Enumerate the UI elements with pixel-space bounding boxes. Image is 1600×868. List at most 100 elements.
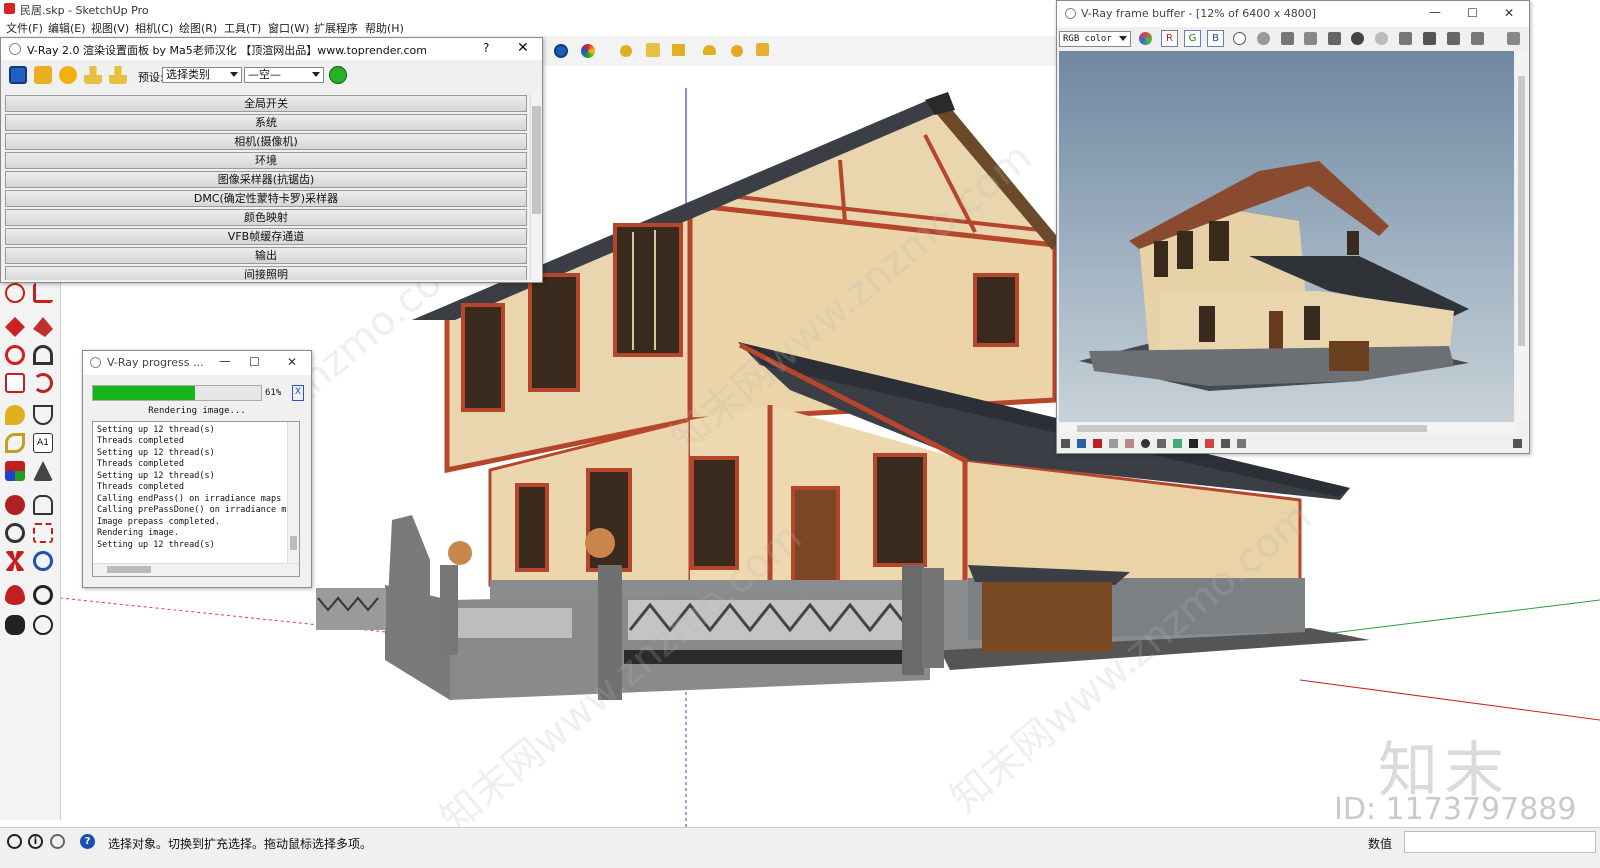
render-last-icon[interactable] <box>1471 32 1484 45</box>
rollout-vfb-channels[interactable]: VFB帧缓存通道 <box>5 228 527 245</box>
orbit-icon[interactable] <box>5 495 25 515</box>
blue-channel-button[interactable]: B <box>1207 30 1224 47</box>
expand-icon[interactable] <box>1513 439 1522 448</box>
rollout-global-switches[interactable]: 全局开关 <box>5 95 527 112</box>
curve-icon[interactable] <box>1125 439 1134 448</box>
push-pull-icon[interactable] <box>33 317 53 337</box>
minimize-button[interactable]: — <box>219 354 231 368</box>
close-button[interactable]: ✕ <box>517 40 529 56</box>
pie-icon[interactable] <box>33 283 53 303</box>
omni-light-icon[interactable] <box>620 45 632 57</box>
display-settings-icon[interactable] <box>1077 439 1086 448</box>
3d-text-icon[interactable] <box>33 461 53 481</box>
follow-me-icon[interactable] <box>33 345 53 365</box>
walk-icon[interactable] <box>5 615 25 635</box>
rect-light-icon[interactable] <box>646 43 660 57</box>
help-button[interactable]: ? <box>483 41 489 55</box>
reset-icon[interactable] <box>59 66 77 84</box>
dimension-icon[interactable] <box>33 405 53 425</box>
arc-icon[interactable] <box>5 283 25 303</box>
mono-icon[interactable] <box>1257 32 1270 45</box>
rollout-output[interactable]: 输出 <box>5 247 527 264</box>
open-folder-icon[interactable] <box>34 66 52 84</box>
menu-draw[interactable]: 绘图(R) <box>179 20 217 36</box>
credits-icon[interactable]: i <box>28 834 43 849</box>
spot-light-icon[interactable] <box>672 44 685 56</box>
rollout-image-sampler[interactable]: 图像采样器(抗锯齿) <box>5 171 527 188</box>
clear-image-icon[interactable] <box>1328 32 1341 45</box>
sphere-light-icon[interactable] <box>731 45 743 57</box>
rollout-color-mapping[interactable]: 颜色映射 <box>5 209 527 226</box>
load-preset-icon[interactable] <box>84 66 102 84</box>
color-channels-icon[interactable] <box>1139 32 1152 45</box>
channel-select[interactable]: RGB color <box>1059 31 1131 47</box>
save-preset-icon[interactable] <box>109 66 127 84</box>
pan-icon[interactable] <box>33 495 53 515</box>
menu-window[interactable]: 窗口(W) <box>268 20 309 36</box>
alpha-channel-icon[interactable] <box>1233 32 1246 45</box>
preset-value-select[interactable]: —空— <box>244 67 324 83</box>
minimize-button[interactable]: — <box>1429 5 1441 19</box>
ies-light-icon[interactable] <box>756 43 769 56</box>
move-icon[interactable] <box>5 317 25 337</box>
scale-icon[interactable] <box>5 373 25 393</box>
rt-render-icon[interactable] <box>581 44 595 58</box>
axes-icon[interactable] <box>5 461 25 481</box>
h-icon[interactable] <box>1189 439 1198 448</box>
load-image-icon[interactable] <box>1304 32 1317 45</box>
pixel-aspect-icon[interactable] <box>1221 439 1230 448</box>
apply-check-icon[interactable] <box>329 66 347 84</box>
stereo-icon[interactable] <box>1237 439 1246 448</box>
log-vertical-scrollbar[interactable] <box>287 422 299 564</box>
levels-icon[interactable] <box>1109 439 1118 448</box>
rollout-camera[interactable]: 相机(摄像机) <box>5 133 527 150</box>
previous-view-icon[interactable] <box>33 551 53 571</box>
menu-edit[interactable]: 编辑(E) <box>48 20 86 36</box>
scrollbar-thumb[interactable] <box>107 566 151 573</box>
link-icon[interactable] <box>1399 32 1412 45</box>
compare-icon[interactable] <box>1205 439 1214 448</box>
log-horizontal-scrollbar[interactable] <box>93 563 299 576</box>
info-icon[interactable] <box>1093 439 1102 448</box>
lut-icon[interactable] <box>1157 439 1166 448</box>
progress-title-bar[interactable]: V-Ray progress ... — ☐ ✕ <box>83 351 311 375</box>
scrollbar-thumb[interactable] <box>532 106 541 214</box>
rotate-icon[interactable] <box>5 345 25 365</box>
panel-title-bar[interactable]: V-Ray 2.0 渲染设置面板 by Ma5老师汉化 【顶渲网出品】www.t… <box>1 38 542 60</box>
close-button[interactable]: ✕ <box>1504 6 1514 20</box>
scrollbar-thumb[interactable] <box>1077 425 1427 432</box>
panel-scrollbar[interactable] <box>530 94 542 280</box>
menu-view[interactable]: 视图(V) <box>91 20 129 36</box>
pause-render-icon[interactable] <box>554 44 568 58</box>
zoom-icon[interactable] <box>5 523 25 543</box>
exposure-icon[interactable] <box>1141 439 1150 448</box>
show-corrections-icon[interactable] <box>1061 439 1070 448</box>
close-button[interactable]: ✕ <box>287 355 297 369</box>
scrollbar-thumb[interactable] <box>290 536 297 550</box>
text-tool-icon[interactable]: A1 <box>33 433 53 453</box>
green-channel-button[interactable]: G <box>1184 30 1201 47</box>
teapot-render-icon[interactable] <box>1507 32 1520 45</box>
history-icon[interactable] <box>1447 32 1460 45</box>
menu-help[interactable]: 帮助(H) <box>365 20 404 36</box>
menu-extensions[interactable]: 扩展程序 <box>314 20 358 36</box>
rollout-system[interactable]: 系统 <box>5 114 527 131</box>
ocio-icon[interactable] <box>1173 439 1182 448</box>
offset-icon[interactable] <box>33 373 53 393</box>
measurements-input[interactable] <box>1404 831 1596 853</box>
position-camera-icon[interactable] <box>5 585 25 605</box>
scrollbar-thumb[interactable] <box>1518 76 1525 346</box>
instructor-help-icon[interactable]: ? <box>80 834 95 849</box>
save-image-icon[interactable] <box>1281 32 1294 45</box>
dome-light-icon[interactable] <box>703 45 716 55</box>
maximize-button[interactable]: ☐ <box>1467 6 1478 20</box>
rendered-image[interactable] <box>1059 51 1514 422</box>
geo-location-icon[interactable] <box>7 834 22 849</box>
user-icon[interactable] <box>50 834 65 849</box>
rollout-indirect-illumination[interactable]: 间接照明 <box>5 266 527 280</box>
track-mouse-icon[interactable] <box>1375 32 1388 45</box>
save-icon[interactable] <box>9 66 27 84</box>
rollout-dmc-sampler[interactable]: DMC(确定性蒙特卡罗)采样器 <box>5 190 527 207</box>
stop-render-icon[interactable] <box>1351 32 1364 45</box>
red-channel-button[interactable]: R <box>1161 30 1178 47</box>
